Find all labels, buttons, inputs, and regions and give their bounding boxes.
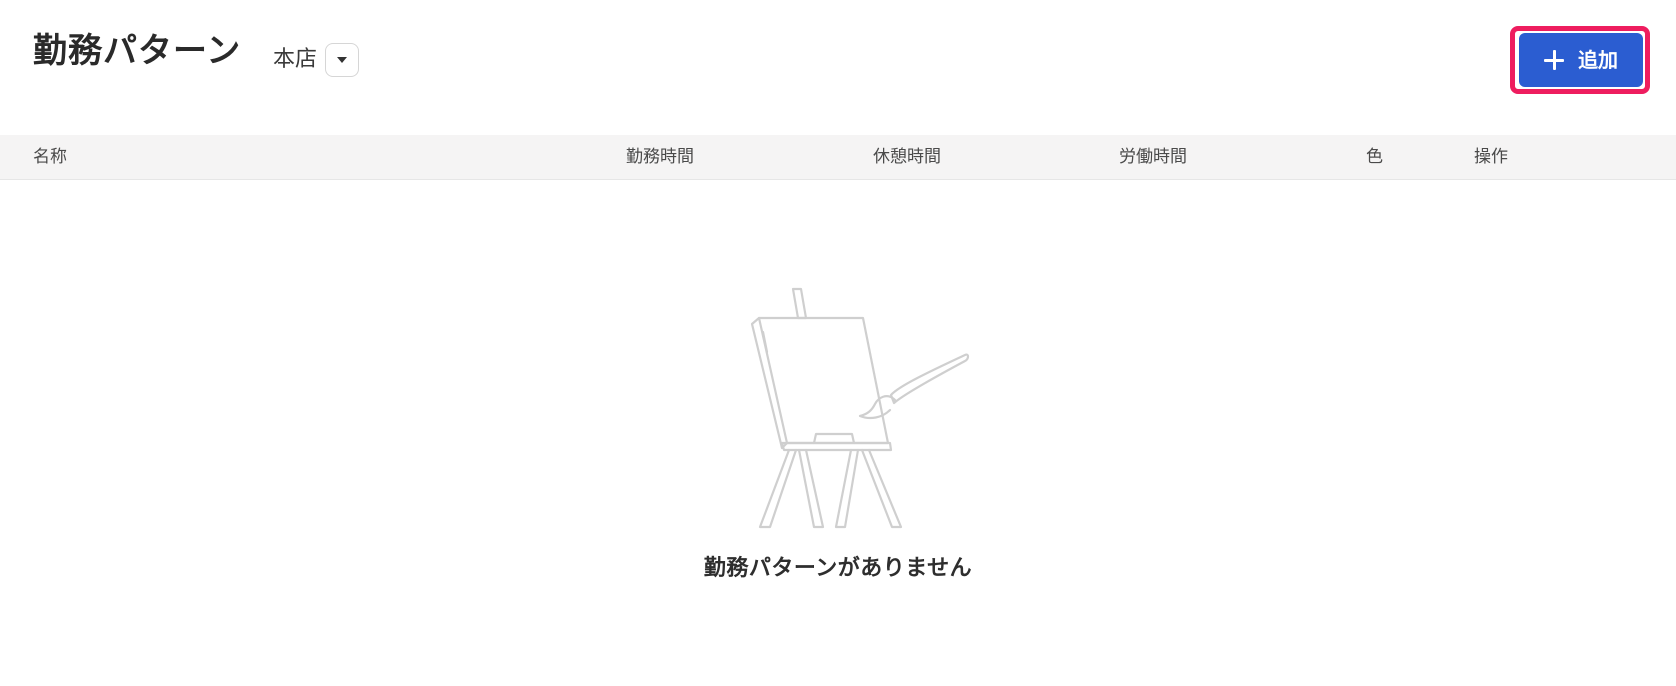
caret-down-icon (337, 57, 348, 63)
store-dropdown-button[interactable] (325, 43, 360, 77)
column-header-name: 名称 (33, 147, 67, 167)
add-button-label: 追加 (1578, 48, 1618, 72)
page-title: 勤務パターン (33, 31, 242, 71)
store-selector[interactable]: 本店 (273, 42, 360, 78)
store-name: 本店 (273, 47, 318, 72)
easel-icon (750, 287, 970, 529)
column-header-labor-time: 労働時間 (1119, 147, 1187, 167)
plus-icon (1544, 50, 1564, 70)
column-header-work-time: 勤務時間 (626, 147, 694, 167)
column-header-color: 色 (1366, 147, 1383, 167)
column-header-break-time: 休憩時間 (873, 147, 941, 167)
column-header-actions: 操作 (1474, 147, 1508, 167)
empty-state-message: 勤務パターンがありません (703, 556, 973, 581)
table-header: 名称 勤務時間 休憩時間 労働時間 色 操作 (0, 135, 1676, 180)
add-button[interactable]: 追加 (1519, 33, 1643, 87)
